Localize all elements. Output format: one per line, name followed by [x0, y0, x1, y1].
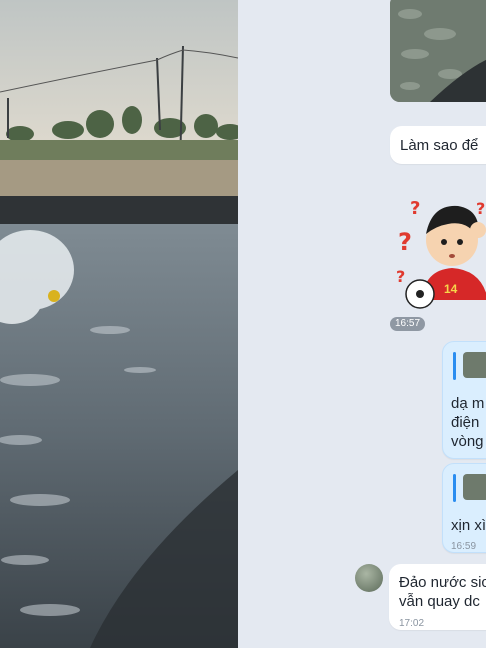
message-bubble[interactable]: Làm sao để	[390, 126, 486, 164]
message-text-line: vòng	[451, 433, 484, 450]
message-text-line: vẫn quay dc	[399, 593, 480, 610]
quoted-image-thumbnail[interactable]	[463, 352, 486, 378]
message-timestamp: 16:59	[451, 541, 477, 552]
message-text-line: Đảo nước sic	[399, 574, 486, 591]
chat-conversation[interactable]: Làm sao để ? ? ? ? 14 16:57 dạ m điện vò…	[238, 0, 486, 648]
sender-avatar[interactable]	[355, 564, 383, 592]
message-text: xịn xì	[451, 517, 486, 534]
pond-photo-icon	[390, 0, 486, 102]
svg-text:?: ?	[398, 228, 412, 256]
message-text: Làm sao để	[400, 137, 479, 154]
svg-text:?: ?	[410, 198, 420, 219]
message-text-line: dạ m	[451, 395, 485, 412]
confused-boy-sticker-icon: ? ? ? ?	[396, 198, 486, 309]
message-timestamp: 17:02	[399, 618, 425, 629]
message-text-line: điện	[451, 414, 480, 431]
message-timestamp: 16:57	[390, 317, 426, 331]
message-bubble[interactable]: Đảo nước sic vẫn quay dc 17:02	[389, 564, 486, 630]
media-photo-preview[interactable]	[0, 0, 238, 648]
svg-text:?: ?	[476, 199, 485, 218]
quote-accent-bar	[453, 474, 456, 502]
pond-aerator-photo-icon	[0, 0, 238, 648]
sticker-confused-boy[interactable]: ? ? ? ? 14	[392, 190, 486, 310]
image-message-thumbnail[interactable]	[390, 0, 486, 102]
quote-accent-bar	[453, 352, 456, 380]
own-message-bubble[interactable]: xịn xì 16:59	[442, 463, 486, 553]
sticker-jersey-number: 14	[444, 282, 458, 296]
svg-text:?: ?	[396, 267, 405, 286]
own-message-bubble[interactable]: dạ m điện vòng	[442, 341, 486, 459]
quoted-image-thumbnail[interactable]	[463, 474, 486, 500]
